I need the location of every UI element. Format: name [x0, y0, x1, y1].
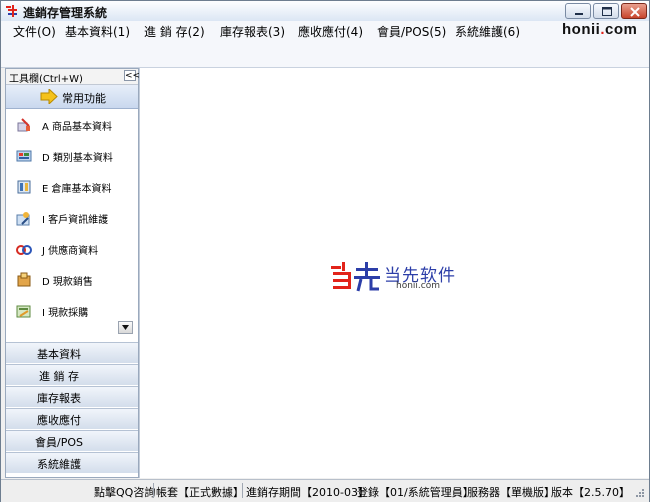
triangle-down-icon: [122, 325, 129, 330]
product-icon: [17, 118, 30, 132]
minimize-button[interactable]: [565, 3, 591, 19]
status-divider: [153, 483, 154, 498]
sidebar-group-receivables-payables[interactable]: 應收應付: [6, 408, 138, 429]
status-account-set: 帳套【正式數據】: [156, 486, 244, 499]
sidebar-item-customer-info[interactable]: I 客戶資訊維護: [12, 207, 132, 229]
sidebar-title: 工具欄(Ctrl+W): [9, 74, 83, 85]
company-logo-mark: [331, 262, 380, 292]
sidebar-group-basic-data[interactable]: 基本資料: [6, 342, 138, 363]
sidebar-item-label: D 現款銷售: [42, 277, 93, 288]
menu-system-maintenance[interactable]: 系統維護(6): [455, 23, 520, 40]
warehouse-icon: [17, 180, 31, 194]
qq-consult-link[interactable]: 點擊QQ咨詢: [94, 484, 155, 500]
status-bar: 點擊QQ咨詢 帳套【正式數據】 進銷存期間【2010-03】 登錄【01/系統管…: [1, 479, 649, 502]
app-window: 進銷存管理系統 文件(O) 基本資料(1) 進 銷 存(2) 庫存報表(3) 應…: [0, 0, 650, 502]
menu-member-pos[interactable]: 會員/POS(5): [377, 23, 446, 40]
menu-file[interactable]: 文件(O): [13, 23, 56, 40]
sidebar-scroll-down-button[interactable]: [118, 321, 133, 334]
sidebar-item-label: I 客戶資訊維護: [42, 215, 109, 226]
cash-purchase-icon: [16, 305, 31, 318]
toolbar-sidebar: 工具欄(Ctrl+W) << 常用功能 A 商品基本資料 D 類別基本資料 E …: [5, 68, 140, 478]
group-label: 庫存報表: [37, 392, 81, 405]
title-bar: 進銷存管理系統: [1, 1, 649, 22]
resize-grip-icon[interactable]: [635, 488, 645, 498]
menu-inventory-reports[interactable]: 庫存報表(3): [220, 23, 285, 40]
main-workspace: 当先软件 honii.com: [139, 68, 649, 478]
supplier-icon: [16, 245, 32, 255]
arrow-right-icon: [40, 89, 58, 104]
sidebar-item-product-basic-data[interactable]: A 商品基本資料: [12, 114, 132, 136]
maximize-button[interactable]: [593, 3, 619, 19]
group-label: 會員/POS: [35, 436, 83, 449]
sidebar-header: 工具欄(Ctrl+W) <<: [6, 69, 140, 85]
menu-receivables-payables[interactable]: 應收應付(4): [298, 23, 363, 40]
sidebar-group-inventory-reports[interactable]: 庫存報表: [6, 386, 138, 407]
collapse-sidebar-button[interactable]: <<: [124, 70, 140, 81]
common-functions-label: 常用功能: [62, 92, 106, 105]
toolbar-area: [1, 41, 649, 68]
sidebar-item-label: J 供應商資料: [42, 246, 99, 257]
sidebar-item-supplier-data[interactable]: J 供應商資料: [12, 238, 132, 260]
status-divider: [242, 483, 243, 498]
common-functions-header[interactable]: 常用功能: [6, 85, 138, 109]
sidebar-item-cash-sale[interactable]: D 現款銷售: [12, 269, 132, 291]
category-icon: [16, 150, 32, 162]
customer-icon: [16, 212, 30, 226]
menu-bar: 文件(O) 基本資料(1) 進 銷 存(2) 庫存報表(3) 應收應付(4) 會…: [1, 21, 649, 41]
menu-basic-data[interactable]: 基本資料(1): [65, 23, 130, 40]
sidebar-item-label: I 現款採購: [42, 308, 89, 319]
sidebar-item-label: A 商品基本資料: [42, 122, 113, 133]
close-icon: [630, 7, 640, 17]
menu-purchase-sales-stock[interactable]: 進 銷 存(2): [144, 23, 205, 40]
status-period: 進銷存期間【2010-03】: [246, 486, 369, 499]
group-label: 系統維護: [37, 458, 81, 471]
sidebar-group-member-pos[interactable]: 會員/POS: [6, 430, 138, 451]
close-button[interactable]: [621, 3, 647, 19]
group-label: 應收應付: [37, 414, 81, 427]
sidebar-item-label: D 類別基本資料: [42, 153, 113, 164]
status-login: 登錄【01/系統管理員】: [357, 486, 474, 499]
company-logo-url: honii.com: [396, 281, 440, 291]
sidebar-item-warehouse-basic-data[interactable]: E 倉庫基本資料: [12, 176, 132, 198]
sidebar-item-cash-purchase[interactable]: I 現款採購: [12, 300, 132, 322]
group-label: 進 銷 存: [39, 370, 79, 383]
status-server: 服務器【單機版】: [467, 486, 555, 499]
sidebar-item-label: E 倉庫基本資料: [42, 184, 112, 195]
cash-sale-icon: [17, 272, 31, 287]
minimize-icon: [575, 13, 583, 15]
status-version: 版本【2.5.70】: [551, 486, 630, 499]
sidebar-group-system-maintenance[interactable]: 系統維護: [6, 452, 138, 473]
brand-logo: honii.com: [562, 21, 638, 38]
sidebar-group-purchase-sales-stock[interactable]: 進 銷 存: [6, 364, 138, 385]
window-title: 進銷存管理系統: [23, 6, 108, 20]
app-logo-icon: [6, 5, 17, 17]
group-label: 基本資料: [37, 348, 81, 361]
maximize-icon: [602, 7, 612, 16]
sidebar-item-category-basic-data[interactable]: D 類別基本資料: [12, 145, 132, 167]
